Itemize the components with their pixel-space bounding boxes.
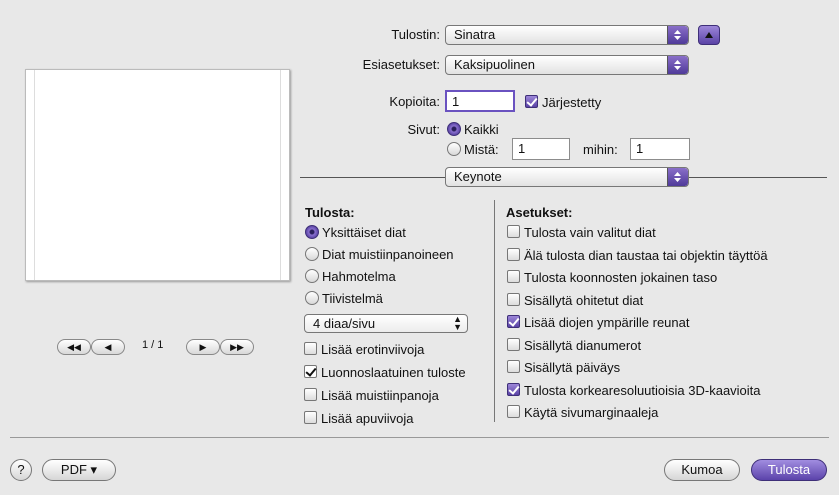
- setting-checkbox[interactable]: [507, 225, 520, 238]
- setting-checkbox-label: Sisällytä dianumerot: [524, 337, 642, 353]
- print-checkbox-label: Lisää apuviivoja: [321, 411, 414, 426]
- collapse-details-button[interactable]: [698, 25, 720, 45]
- print-option-checkbox[interactable]: [304, 388, 317, 401]
- print-option-radio[interactable]: [305, 225, 319, 239]
- print-option-radio[interactable]: [305, 269, 319, 283]
- setting-checkbox[interactable]: [507, 247, 520, 261]
- prev-page-button[interactable]: ◀: [91, 339, 125, 355]
- collated-label: Järjestetty: [542, 95, 602, 110]
- pages-range-radio[interactable]: [447, 142, 461, 156]
- setting-checkbox-label: Tulosta korkearesoluutioisia 3D-kaavioit…: [524, 382, 761, 398]
- print-option-radio[interactable]: [305, 247, 319, 261]
- setting-checkbox-label: Älä tulosta dian taustaa tai objektin tä…: [524, 247, 768, 263]
- popup-arrows-icon: [667, 56, 688, 74]
- layout-popup[interactable]: 4 diaa/sivu ▲ ▼: [304, 314, 468, 333]
- preview-page-edge-right: [280, 70, 281, 280]
- print-option-checkbox[interactable]: [304, 365, 317, 378]
- group-divider: [494, 200, 495, 422]
- setting-checkbox-label: Sisällytä päiväys: [524, 360, 621, 375]
- print-option-checkbox[interactable]: [304, 342, 317, 355]
- settings-group-title: Asetukset:: [506, 205, 573, 220]
- help-icon: ?: [17, 462, 25, 477]
- printer-label: Tulostin:: [391, 27, 440, 42]
- setting-checkbox[interactable]: [507, 292, 520, 306]
- setting-checkbox[interactable]: [507, 382, 520, 396]
- pages-all-radio[interactable]: [447, 122, 461, 136]
- print-checkbox-label: Luonnoslaatuinen tuloste: [321, 365, 466, 380]
- triangle-up-icon: [705, 32, 713, 38]
- last-page-button[interactable]: ▶▶: [220, 339, 254, 355]
- next-page-button[interactable]: ▶: [186, 339, 220, 355]
- setting-checkbox[interactable]: [507, 315, 520, 328]
- preview-page-edge-left: [34, 70, 35, 280]
- copies-input[interactable]: 1: [445, 90, 515, 112]
- setting-checkbox-label: Tulosta koonnosten jokainen taso: [524, 270, 718, 285]
- help-button[interactable]: ?: [10, 459, 32, 481]
- print-option-checkbox[interactable]: [304, 411, 317, 424]
- setting-checkbox[interactable]: [507, 405, 520, 418]
- setting-checkbox[interactable]: [507, 337, 520, 351]
- setting-checkbox-label: Tulosta vain valitut diat: [524, 225, 656, 240]
- setting-checkbox[interactable]: [507, 270, 520, 283]
- pages-to-label: mihin:: [583, 142, 618, 157]
- pdf-button[interactable]: PDF ▾: [42, 459, 116, 481]
- cancel-button[interactable]: Kumoa: [664, 459, 740, 481]
- setting-checkbox-label: Käytä sivumarginaaleja: [524, 405, 659, 420]
- first-page-button[interactable]: ◀◀: [57, 339, 91, 355]
- printer-popup[interactable]: Sinatra: [445, 25, 689, 45]
- print-checkbox-label: Lisää muistiinpanoja: [321, 388, 439, 403]
- collated-checkbox[interactable]: [525, 95, 538, 108]
- pages-label: Sivut:: [407, 122, 440, 137]
- section-popup[interactable]: Keynote: [445, 167, 689, 187]
- pages-to-input[interactable]: 1: [630, 138, 690, 160]
- popup-arrows-icon: [667, 168, 688, 186]
- presets-label: Esiasetukset:: [362, 57, 440, 72]
- copies-label: Kopioita:: [389, 94, 440, 109]
- presets-value: Kaksipuolinen: [454, 57, 535, 72]
- print-group-title: Tulosta:: [305, 205, 355, 220]
- print-option-radio[interactable]: [305, 291, 319, 305]
- printer-value: Sinatra: [454, 27, 496, 42]
- print-option-label: Yksittäiset diat: [322, 225, 406, 240]
- footer-divider: [10, 437, 829, 438]
- popup-arrows-icon: [667, 26, 688, 44]
- stepper-arrows-icon: ▲ ▼: [453, 314, 462, 332]
- presets-popup[interactable]: Kaksipuolinen: [445, 55, 689, 75]
- pages-from-input[interactable]: 1: [512, 138, 570, 160]
- page-indicator: 1 / 1: [142, 339, 164, 351]
- layout-value: 4 diaa/sivu: [313, 316, 376, 331]
- print-option-label: Hahmotelma: [322, 269, 396, 284]
- pages-from-label: Mistä:: [464, 142, 499, 157]
- print-option-label: Diat muistiinpanoineen: [322, 247, 454, 262]
- print-button[interactable]: Tulosta: [751, 459, 827, 481]
- pages-all-label: Kaikki: [464, 122, 499, 137]
- print-preview: [25, 69, 290, 281]
- setting-checkbox[interactable]: [507, 360, 520, 373]
- section-value: Keynote: [454, 169, 502, 184]
- setting-checkbox-label: Sisällytä ohitetut diat: [524, 292, 644, 308]
- print-checkbox-label: Lisää erotinviivoja: [321, 342, 425, 357]
- print-option-label: Tiivistelmä: [322, 291, 383, 306]
- setting-checkbox-label: Lisää diojen ympärille reunat: [524, 315, 690, 330]
